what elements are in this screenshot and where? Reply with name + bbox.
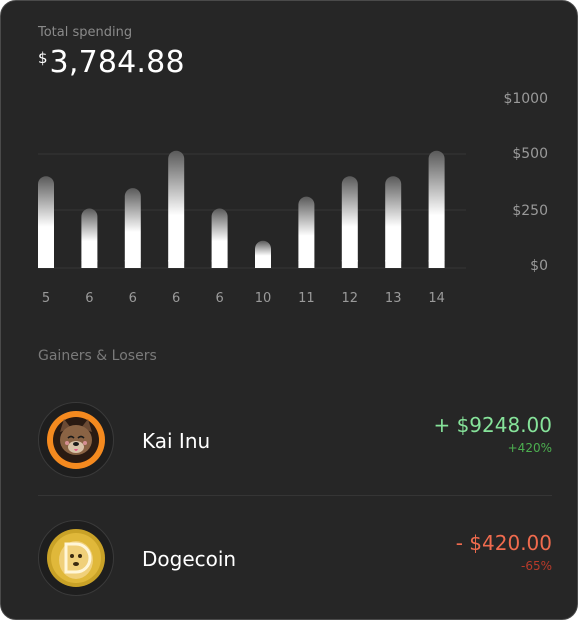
coin-row-dogecoin[interactable]: Dogecoin - $420.00 -65%: [38, 519, 552, 597]
chart-bar-base: [428, 260, 445, 268]
chart-bar[interactable]: [124, 188, 141, 268]
chart-bar-base: [385, 260, 402, 268]
coin-name: Dogecoin: [142, 547, 237, 571]
dogecoin-logo-icon: [38, 520, 114, 596]
y-tick-label: $250: [512, 203, 548, 219]
x-tick-label: 5: [42, 291, 50, 306]
chart-bar[interactable]: [211, 208, 228, 269]
x-tick-label: 13: [385, 291, 402, 306]
chart-bar[interactable]: [428, 150, 445, 268]
coin-name: Kai Inu: [142, 429, 211, 453]
chart-bar[interactable]: [81, 208, 98, 269]
coin-percent-change: +420%: [507, 441, 552, 455]
kai-inu-logo-icon: [38, 402, 114, 478]
row-divider: [38, 495, 552, 496]
chart-bar-base: [341, 260, 358, 268]
x-tick-label: 10: [255, 291, 272, 306]
chart-bar[interactable]: [168, 150, 185, 268]
y-tick-label: $1000: [503, 91, 548, 107]
chart-bar-base: [168, 260, 185, 268]
coin-row-kai-inu[interactable]: Kai Inu + $9248.00 +420%: [38, 401, 552, 479]
coin-value: - $420.00: [455, 531, 552, 555]
chart-bar[interactable]: [341, 176, 358, 268]
spending-card: Total spending $ 3,784.88 $1000 $500 $250 $…: [0, 0, 578, 620]
x-tick-label: 6: [215, 291, 223, 306]
gainers-losers-title: Gainers & Losers: [38, 348, 157, 364]
x-tick-label: 6: [172, 291, 180, 306]
chart-bar-base: [298, 260, 315, 268]
chart-bar[interactable]: [385, 176, 402, 268]
x-tick-label: 11: [298, 291, 315, 306]
chart-bar-base: [38, 260, 54, 268]
bar-chart: $1000 $500 $250 $0 5 6 6 6 6 10 11 12 13 14: [38, 91, 548, 306]
chart-bar[interactable]: [298, 196, 315, 268]
chart-bar-base: [81, 260, 98, 268]
y-tick-label: $0: [530, 258, 548, 274]
x-tick-label: 6: [85, 291, 93, 306]
coin-value: + $9248.00: [433, 413, 552, 437]
x-tick-label: 12: [342, 291, 359, 306]
chart-bar[interactable]: [38, 176, 54, 268]
spending-chart: $1000 $500 $250 $0 5 6 6 6 6 10 11 12 13 14: [1, 1, 577, 321]
chart-bar-base: [124, 260, 141, 268]
chart-bar-base: [255, 260, 271, 268]
coin-percent-change: -65%: [520, 559, 552, 573]
x-tick-label: 14: [428, 291, 445, 306]
y-tick-label: $500: [512, 146, 548, 162]
chart-bar-base: [211, 260, 228, 268]
x-tick-label: 6: [129, 291, 137, 306]
